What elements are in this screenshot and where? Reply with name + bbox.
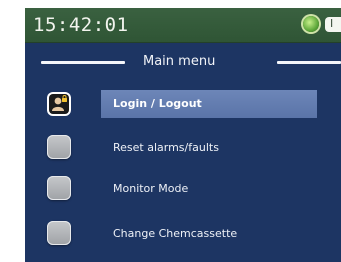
status-indicator-icon <box>303 16 319 32</box>
menu-item-change-chemcassette[interactable]: Change Chemcassette <box>25 220 341 250</box>
menu-item-reset-alarms[interactable]: Reset alarms/faults <box>25 134 341 164</box>
menu-item-label: Login / Logout <box>113 97 202 110</box>
clock: 15:42:01 <box>33 14 129 36</box>
change-chemcassette-button[interactable] <box>47 221 71 245</box>
status-pill-text: I <box>330 17 334 30</box>
menu-item-monitor-mode[interactable]: Monitor Mode <box>25 175 341 205</box>
menu-item-label: Change Chemcassette <box>113 227 238 240</box>
menu-rule-right <box>277 61 341 64</box>
menu-title: Main menu <box>143 54 216 69</box>
reset-alarms-button[interactable] <box>47 135 71 159</box>
status-pill: I <box>325 17 341 32</box>
user-lock-icon <box>49 94 69 114</box>
menu-item-label: Monitor Mode <box>113 182 189 195</box>
menu-item-login-logout[interactable]: Login / Logout <box>25 90 341 120</box>
menu-item-label: Reset alarms/faults <box>113 141 219 154</box>
login-button[interactable] <box>47 92 71 116</box>
monitor-mode-button[interactable] <box>47 176 71 200</box>
device-screen: 15:42:01 I Main menu Login / Logout Rese… <box>25 8 341 262</box>
menu-rule-left <box>41 61 125 64</box>
status-bar: 15:42:01 I <box>25 8 341 43</box>
